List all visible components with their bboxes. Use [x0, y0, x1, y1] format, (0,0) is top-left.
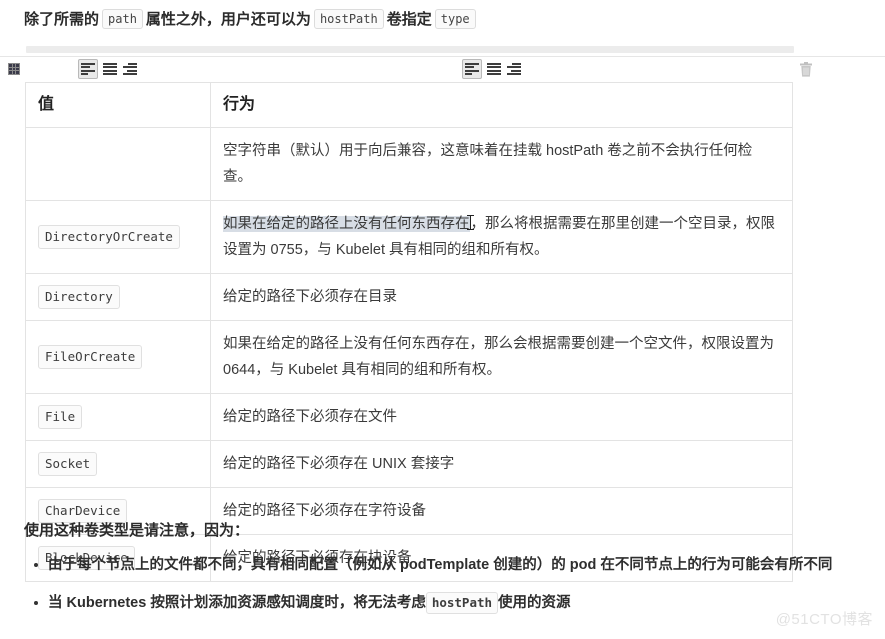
col1-align-left-button[interactable]: [78, 59, 98, 79]
code-chip-hostpath: hostPath: [425, 592, 499, 614]
table-row[interactable]: Socket 给定的路径下必须存在 UNIX 套接字: [25, 440, 793, 488]
table-header-row: 值 行为: [25, 82, 793, 128]
align-right-icon: [123, 63, 137, 75]
behavior-text: 给定的路径下必须存在文件: [223, 409, 397, 425]
cell-behavior[interactable]: 给定的路径下必须存在文件: [210, 393, 793, 441]
cell-value[interactable]: Socket: [25, 440, 211, 488]
intro-paragraph: 除了所需的 path 属性之外，用户还可以为 hostPath 卷指定 type: [24, 8, 479, 32]
behavior-text: 给定的路径下必须存在目录: [223, 289, 397, 305]
align-center-icon: [487, 63, 501, 75]
list-item-text-after: 使用的资源: [498, 595, 571, 611]
align-right-icon: [507, 63, 521, 75]
list-item-text: 由于每个节点上的文件都不同，具有相同配置（例如从 podTemplate 创建的…: [48, 557, 833, 573]
value-chip: Socket: [38, 452, 98, 476]
delete-table-button[interactable]: [796, 59, 816, 79]
table-row[interactable]: File 给定的路径下必须存在文件: [25, 393, 793, 441]
list-item-text: 当 Kubernetes 按照计划添加资源感知调度时，将无法考虑: [48, 595, 426, 611]
col2-align-left-button[interactable]: [462, 59, 482, 79]
col2-align-center-button[interactable]: [484, 59, 504, 79]
selected-text: 如果在给定的路径上没有任何东西存在: [223, 216, 470, 232]
text-caret: [466, 215, 474, 230]
cell-behavior[interactable]: 给定的路径下必须存在字符设备: [210, 487, 793, 535]
behavior-text: 给定的路径下必须存在 UNIX 套接字: [223, 456, 455, 472]
col1-align-center-button[interactable]: [100, 59, 120, 79]
cell-value[interactable]: [25, 127, 211, 201]
list-item: 由于每个节点上的文件都不同，具有相同配置（例如从 podTemplate 创建的…: [34, 552, 848, 578]
cell-behavior[interactable]: 如果在给定的路径上没有任何东西存在，那么将根据需要在那里创建一个空目录，权限设置…: [210, 200, 793, 274]
toolbar-divider: [0, 56, 885, 57]
intro-text-1: 除了所需的: [24, 11, 100, 28]
hostpath-type-table-wrapper: 值 行为 空字符串（默认）用于向后兼容，这意味着在挂载 hostPath 卷之前…: [25, 82, 793, 582]
table-grid-button[interactable]: [4, 59, 24, 79]
note-heading: 使用这种卷类型是请注意，因为：: [24, 522, 250, 539]
value-chip: FileOrCreate: [38, 345, 143, 369]
cell-behavior[interactable]: 给定的路径下必须存在 UNIX 套接字: [210, 440, 793, 488]
cell-behavior[interactable]: 给定的路径下必须存在目录: [210, 273, 793, 321]
behavior-text: 如果在给定的路径上没有任何东西存在，那么会根据需要创建一个空文件，权限设置为 0…: [223, 336, 774, 378]
intro-text-2: 属性之外，用户还可以为: [145, 11, 311, 28]
cell-behavior[interactable]: 如果在给定的路径上没有任何东西存在，那么会根据需要创建一个空文件，权限设置为 0…: [210, 320, 793, 394]
behavior-text: 给定的路径下必须存在字符设备: [223, 503, 426, 519]
col1-align-right-button[interactable]: [120, 59, 140, 79]
cell-value[interactable]: Directory: [25, 273, 211, 321]
code-chip-hostpath: hostPath: [313, 9, 384, 29]
code-chip-type: type: [434, 9, 476, 29]
value-chip: Directory: [38, 285, 120, 309]
cell-value[interactable]: DirectoryOrCreate: [25, 200, 211, 274]
hostpath-type-table: 值 行为 空字符串（默认）用于向后兼容，这意味着在挂载 hostPath 卷之前…: [25, 82, 793, 582]
watermark: @51CTO博客: [775, 611, 873, 628]
col2-align-right-button[interactable]: [504, 59, 524, 79]
align-left-icon: [465, 63, 479, 75]
intro-text-3: 卷指定: [386, 11, 432, 28]
grid-icon: [8, 63, 20, 75]
table-row[interactable]: 空字符串（默认）用于向后兼容，这意味着在挂载 hostPath 卷之前不会执行任…: [25, 127, 793, 201]
cell-value[interactable]: File: [25, 393, 211, 441]
table-row[interactable]: Directory 给定的路径下必须存在目录: [25, 273, 793, 321]
value-chip: File: [38, 405, 83, 429]
cell-behavior[interactable]: 空字符串（默认）用于向后兼容，这意味着在挂载 hostPath 卷之前不会执行任…: [210, 127, 793, 201]
trash-icon: [800, 61, 812, 77]
table-row[interactable]: FileOrCreate 如果在给定的路径上没有任何东西存在，那么会根据需要创建…: [25, 320, 793, 394]
align-left-icon: [81, 63, 95, 75]
list-item: 当 Kubernetes 按照计划添加资源感知调度时，将无法考虑 hostPath…: [34, 590, 848, 616]
cell-value[interactable]: FileOrCreate: [25, 320, 211, 394]
align-center-icon: [103, 63, 117, 75]
value-chip: DirectoryOrCreate: [38, 225, 180, 249]
behavior-text: 空字符串（默认）用于向后兼容，这意味着在挂载 hostPath 卷之前不会执行任…: [223, 143, 753, 185]
caveat-list: 由于每个节点上的文件都不同，具有相同配置（例如从 podTemplate 创建的…: [24, 552, 848, 628]
code-chip-path: path: [102, 9, 143, 29]
column-header-behavior: 行为: [210, 82, 793, 128]
table-toolbar: [0, 58, 885, 82]
column-header-value: 值: [25, 82, 211, 128]
table-row[interactable]: DirectoryOrCreate 如果在给定的路径上没有任何东西存在，那么将根…: [25, 200, 793, 274]
horizontal-scrollbar[interactable]: [26, 46, 794, 53]
